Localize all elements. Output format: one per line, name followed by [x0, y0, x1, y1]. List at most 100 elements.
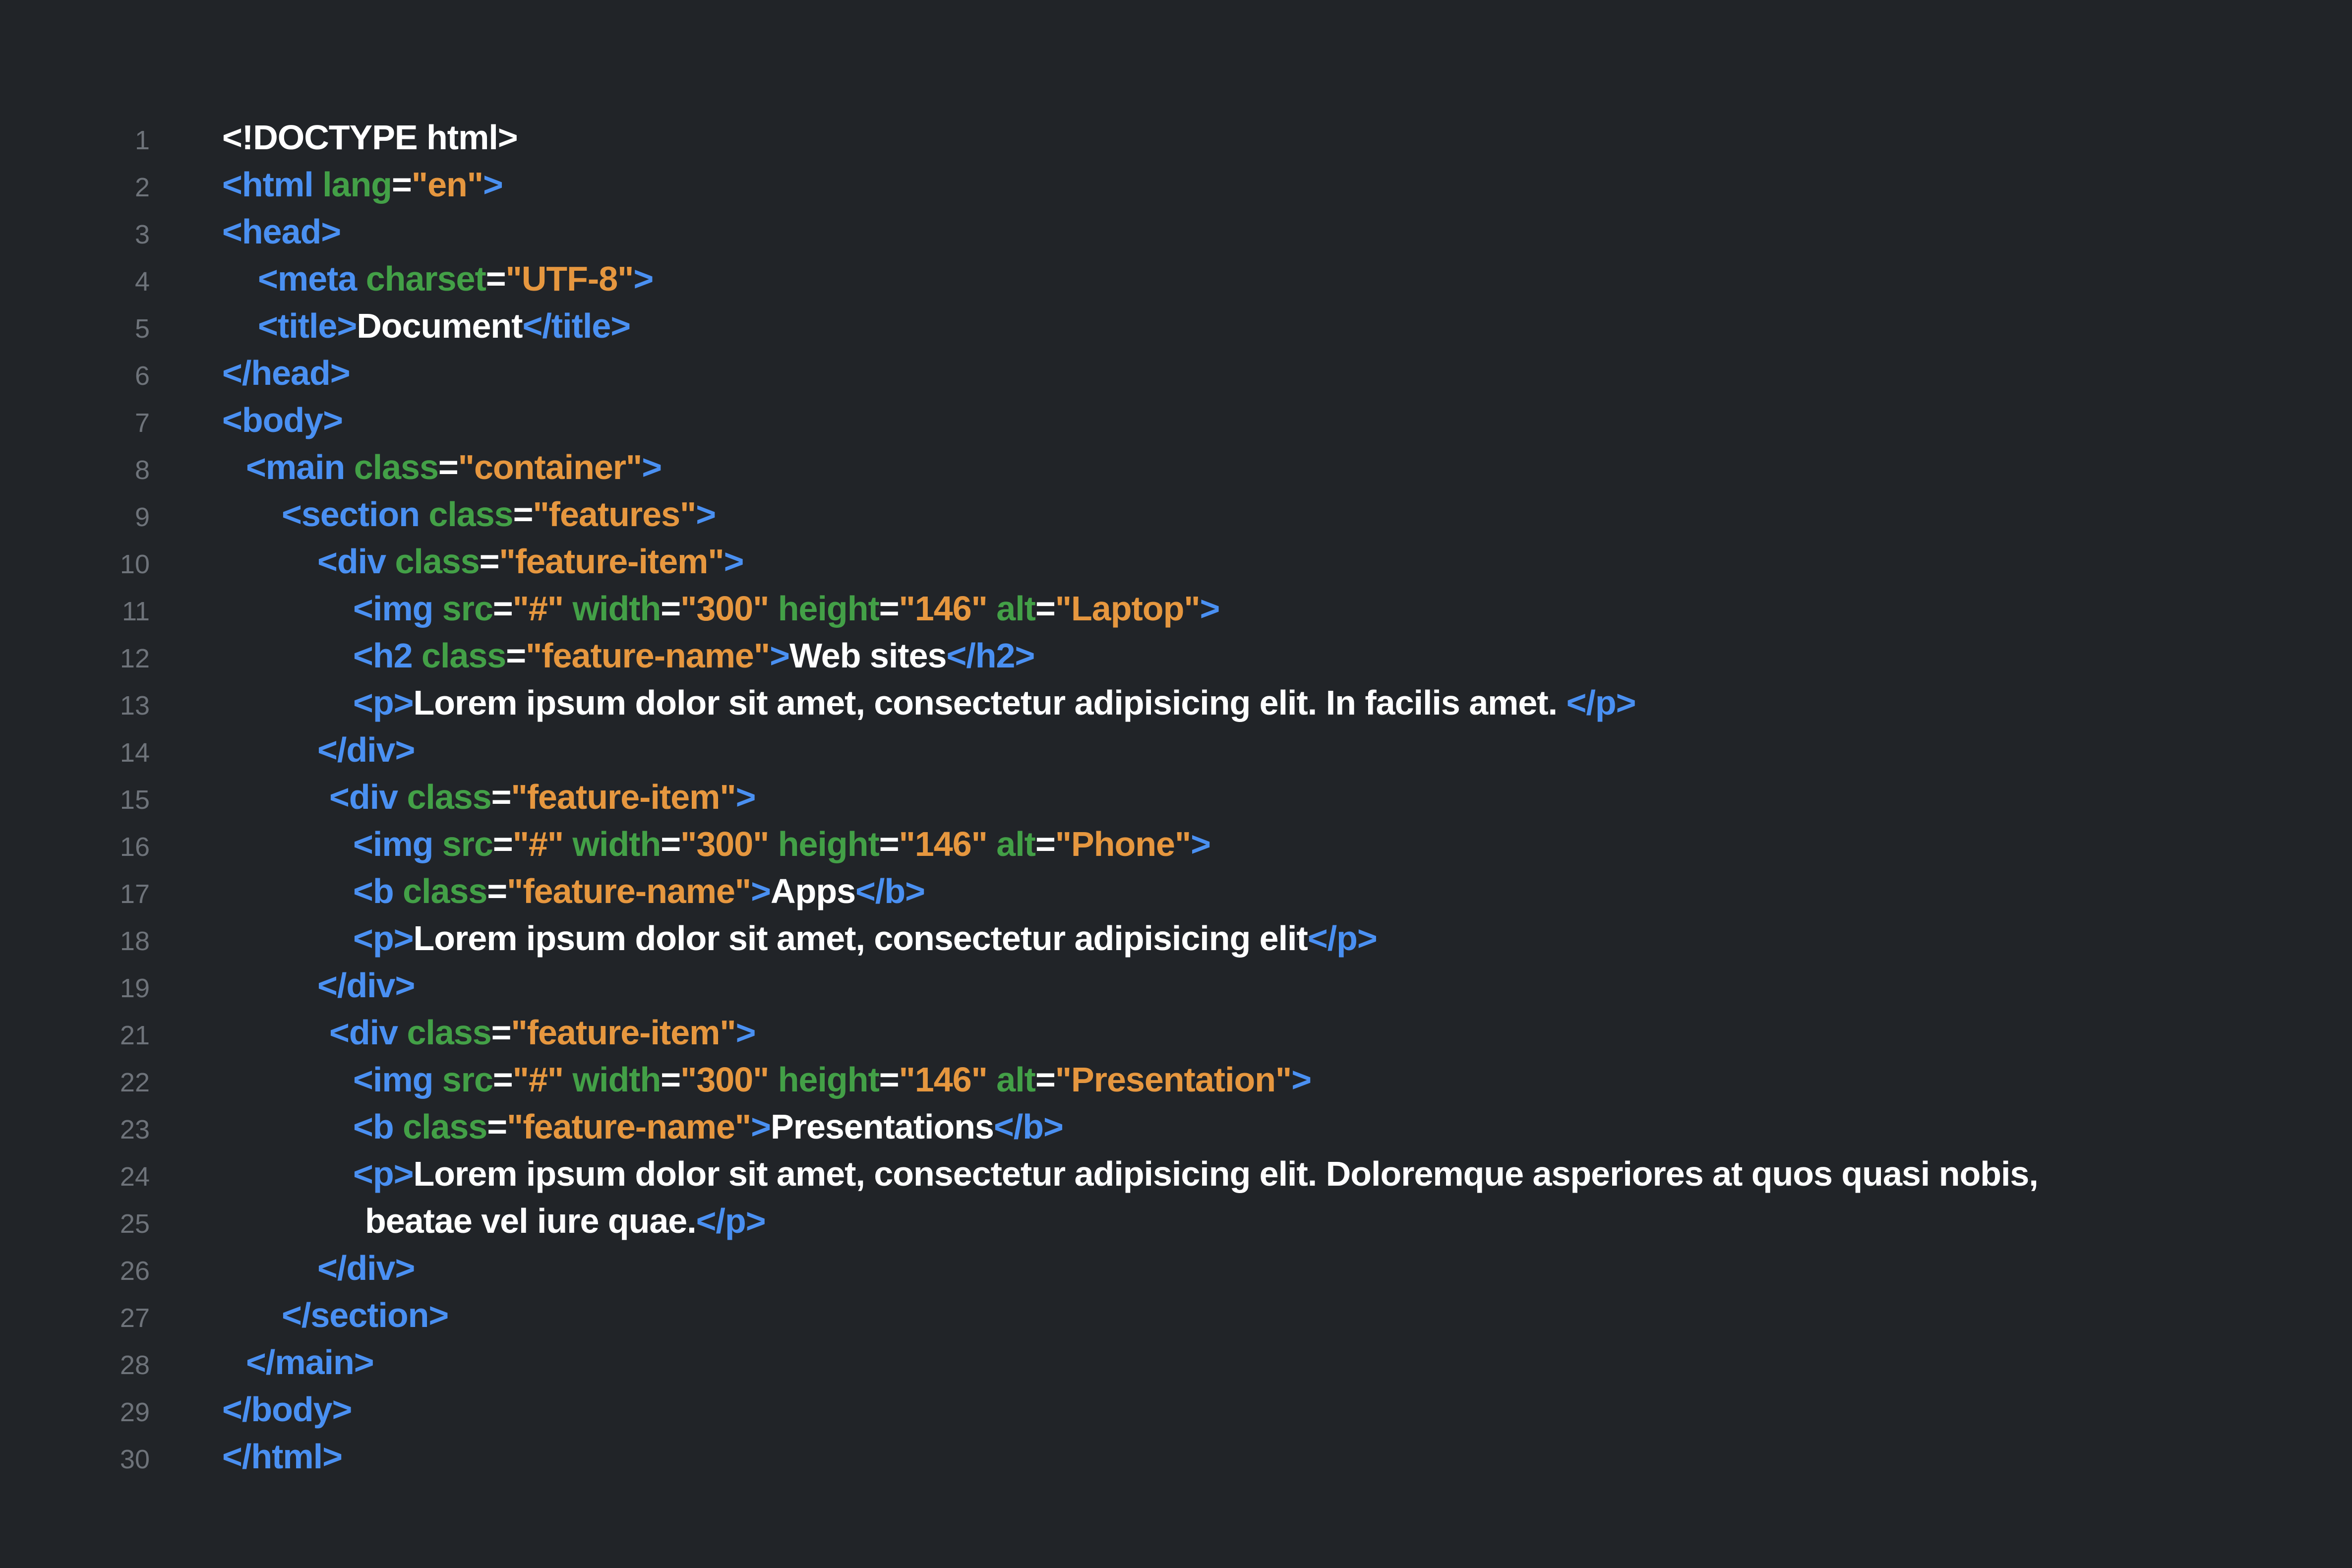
code-line: 29 </body> — [0, 1386, 2352, 1433]
line-number: 30 — [0, 1436, 150, 1483]
line-number: 8 — [0, 447, 150, 494]
code-content: </main> — [222, 1339, 374, 1386]
code-token-attr: charset — [357, 259, 485, 298]
code-token-tag: </div> — [317, 966, 415, 1005]
line-number: 14 — [0, 729, 150, 777]
code-token-attr: height — [769, 1060, 879, 1099]
code-token-tag: <meta — [258, 259, 357, 298]
code-line: 5<title>Document</title> — [0, 302, 2352, 350]
code-token-tag: <p> — [353, 683, 414, 722]
line-number: 10 — [0, 541, 150, 588]
code-content: <img src="#" width="300" height="146" al… — [222, 821, 1210, 868]
code-token-eq: = — [879, 1060, 899, 1099]
code-token-tag: </p> — [1567, 683, 1636, 722]
line-number: 29 — [0, 1389, 150, 1436]
code-line: 24<p>Lorem ipsum dolor sit amet, consect… — [0, 1150, 2352, 1198]
code-content: <div class="feature-item"> — [222, 538, 743, 585]
code-token-eq: = — [491, 1013, 511, 1052]
code-token-tag: </html> — [222, 1437, 342, 1476]
code-token-value: "146" — [899, 589, 987, 628]
code-token-eq: = — [438, 448, 458, 486]
code-token-value: "feature-item" — [511, 1013, 736, 1052]
line-number: 13 — [0, 682, 150, 729]
code-token-eq: = — [661, 825, 680, 863]
code-token-plain: beatae vel iure quae. — [365, 1202, 696, 1240]
code-line: 13<p>Lorem ipsum dolor sit amet, consect… — [0, 679, 2352, 726]
code-line: 28</main> — [0, 1339, 2352, 1386]
code-token-eq: = — [1035, 1060, 1055, 1099]
line-number: 11 — [0, 588, 150, 635]
line-number: 17 — [0, 871, 150, 918]
code-content: <img src="#" width="300" height="146" al… — [222, 585, 1219, 632]
code-line: 4<meta charset="UTF-8"> — [0, 255, 2352, 302]
code-token-plain: <!DOCTYPE html> — [222, 118, 518, 157]
code-token-value: "container" — [458, 448, 642, 486]
code-token-tag: <body> — [222, 401, 343, 439]
code-token-attr: class — [398, 1013, 491, 1052]
code-token-attr: height — [769, 825, 879, 863]
code-token-eq: = — [493, 825, 513, 863]
code-line: 27</section> — [0, 1292, 2352, 1339]
code-token-tag: </b> — [994, 1107, 1063, 1146]
code-content: <html lang="en"> — [222, 161, 503, 208]
code-token-eq: = — [486, 259, 506, 298]
code-content: <b class="feature-name">Apps</b> — [222, 868, 925, 915]
code-token-tag: <html — [222, 165, 313, 204]
code-content: <head> — [222, 208, 341, 255]
code-token-value: "Phone" — [1055, 825, 1191, 863]
line-number: 2 — [0, 164, 150, 211]
code-token-tag: <div — [317, 542, 386, 581]
code-token-tag: <div — [329, 778, 398, 816]
code-token-attr: class — [394, 1107, 487, 1146]
code-content: <h2 class="feature-name">Web sites</h2> — [222, 632, 1034, 679]
code-token-tag: <b — [353, 1107, 394, 1146]
code-token-attr: alt — [987, 1060, 1035, 1099]
code-content: </div> — [222, 726, 415, 774]
code-token-tag: <b — [353, 872, 394, 910]
code-token-attr: src — [433, 589, 493, 628]
code-token-tag: > — [736, 778, 756, 816]
code-token-value: "features" — [533, 495, 696, 534]
code-line: 21<div class="feature-item"> — [0, 1009, 2352, 1056]
code-content: <meta charset="UTF-8"> — [222, 255, 653, 302]
code-token-attr: width — [563, 1060, 661, 1099]
code-line: 9 <section class="features"> — [0, 491, 2352, 538]
code-token-eq: = — [513, 495, 533, 534]
code-token-plain: Lorem ipsum dolor sit amet, consectetur … — [414, 919, 1308, 958]
code-token-tag: > — [1291, 1060, 1311, 1099]
code-token-tag: </main> — [246, 1343, 374, 1382]
line-number: 16 — [0, 824, 150, 871]
code-line: 8<main class="container"> — [0, 444, 2352, 491]
code-line: 3 <head> — [0, 208, 2352, 255]
line-number: 3 — [0, 211, 150, 258]
code-token-eq: = — [661, 1060, 680, 1099]
code-content: </div> — [222, 1245, 415, 1292]
line-number: 18 — [0, 918, 150, 965]
code-token-plain: Web sites — [789, 636, 947, 675]
code-content: <title>Document</title> — [222, 302, 630, 350]
code-content: <div class="feature-item"> — [222, 1009, 755, 1056]
code-content: <section class="features"> — [222, 491, 716, 538]
code-token-plain: Document — [357, 306, 522, 345]
code-content: beatae vel iure quae.</p> — [222, 1198, 766, 1245]
code-content: </div> — [222, 962, 415, 1009]
code-token-eq: = — [487, 1107, 507, 1146]
code-token-value: "feature-name" — [507, 1107, 751, 1146]
code-content: <div class="feature-item"> — [222, 774, 755, 821]
code-token-tag: </div> — [317, 1249, 415, 1287]
code-token-tag: <p> — [353, 919, 414, 958]
line-number: 23 — [0, 1106, 150, 1153]
code-token-value: "Presentation" — [1055, 1060, 1291, 1099]
code-content: </body> — [222, 1386, 352, 1433]
code-token-attr: class — [420, 495, 513, 534]
code-token-attr: height — [769, 589, 879, 628]
code-content: <body> — [222, 397, 343, 444]
code-line: 7<body> — [0, 397, 2352, 444]
code-line: 15<div class="feature-item"> — [0, 774, 2352, 821]
line-number: 27 — [0, 1295, 150, 1342]
code-token-value: "en" — [412, 165, 483, 204]
code-token-tag: </h2> — [946, 636, 1034, 675]
code-token-attr: class — [386, 542, 480, 581]
code-line: 10 <div class="feature-item"> — [0, 538, 2352, 585]
line-number: 9 — [0, 494, 150, 541]
